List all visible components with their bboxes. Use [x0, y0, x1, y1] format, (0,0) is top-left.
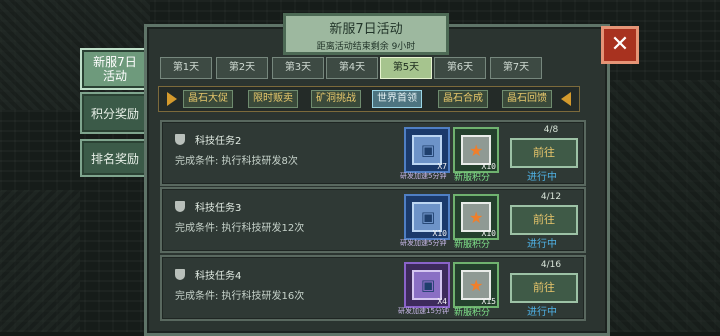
reward-item-research-speedup[interactable]: X4 [404, 262, 450, 308]
background-decoration [0, 190, 80, 332]
reward-item-server-points[interactable]: X10 [453, 194, 499, 240]
panel-header: 新服7日活动 距离活动结束剩余 9小时 [283, 13, 449, 55]
go-button[interactable]: 前往 [510, 138, 578, 168]
points-star-icon [461, 135, 491, 165]
task-status: 进行中 [527, 172, 557, 183]
points-star-icon [461, 202, 491, 232]
chip-icon [412, 202, 442, 232]
task-condition: 完成条件: 执行科技研发12次 [175, 223, 305, 234]
task-name: 科技任务3 [195, 203, 242, 214]
scroll-right-arrow-icon[interactable] [561, 92, 571, 106]
side-tab-rank-reward[interactable]: 排名奖励 [80, 139, 150, 177]
task-status: 进行中 [527, 239, 557, 250]
task-status: 进行中 [527, 307, 557, 318]
chip-icon [412, 135, 442, 165]
reward-item-server-points[interactable]: X10 [453, 127, 499, 173]
background-decoration [610, 80, 720, 332]
task-name: 科技任务2 [195, 136, 242, 147]
category-crystal-synthesis[interactable]: 晶石合成 [438, 90, 488, 108]
tab-day-2[interactable]: 第2天 [216, 57, 268, 79]
tab-day-6[interactable]: 第6天 [434, 57, 486, 79]
category-crystal-sale[interactable]: 晶石大促 [183, 90, 233, 108]
reward-quantity: X7 [437, 162, 447, 171]
scroll-left-arrow-icon[interactable] [167, 92, 177, 106]
reward-label: 研发加速5分钟 [400, 239, 447, 247]
task-progress: 4/12 [540, 192, 562, 202]
task-row: 科技任务4 完成条件: 执行科技研发16次 X4 研发加速15分钟 X15 新服… [160, 255, 586, 321]
reward-item-server-points[interactable]: X15 [453, 262, 499, 308]
tab-day-4[interactable]: 第4天 [326, 57, 378, 79]
reward-label: 新服积分 [454, 240, 491, 250]
reward-item-research-speedup[interactable]: X7 [404, 127, 450, 173]
points-star-icon [461, 270, 491, 300]
side-tab-label: 积分奖励 [90, 106, 139, 121]
tab-day-1[interactable]: 第1天 [160, 57, 212, 79]
side-tab-label: 新服7日活动 [93, 55, 137, 83]
category-world-boss[interactable]: 世界首领 [372, 90, 422, 108]
task-row: 科技任务2 完成条件: 执行科技研发8次 X7 研发加速5分钟 X10 新服积分… [160, 120, 586, 186]
task-condition: 完成条件: 执行科技研发8次 [175, 156, 298, 167]
shield-icon [175, 269, 185, 280]
reward-quantity: X4 [437, 297, 447, 306]
panel-title: 新服7日活动 [329, 22, 403, 37]
close-icon: ✕ [610, 32, 630, 57]
reward-quantity: X10 [432, 229, 447, 238]
day-tabs: 第1天 第2天 第3天 第4天 第5天 第6天 第7天 [160, 57, 580, 79]
reward-item-research-speedup[interactable]: X10 [404, 194, 450, 240]
tab-day-7[interactable]: 第7天 [490, 57, 542, 79]
task-condition: 完成条件: 执行科技研发16次 [175, 291, 305, 302]
category-crystal-return[interactable]: 晶石回馈 [502, 90, 552, 108]
chip-icon [412, 270, 442, 300]
task-name: 科技任务4 [195, 271, 242, 282]
reward-label: 新服积分 [454, 308, 491, 318]
close-button[interactable]: ✕ [601, 26, 639, 64]
go-button[interactable]: 前往 [510, 273, 578, 303]
reward-label: 研发加速5分钟 [400, 172, 447, 180]
go-button[interactable]: 前往 [510, 205, 578, 235]
countdown-text: 距离活动结束剩余 9小时 [316, 42, 416, 52]
category-mine-challenge[interactable]: 矿洞挑战 [311, 90, 361, 108]
side-tab-label: 排名奖励 [90, 151, 139, 166]
category-limited-sale[interactable]: 限时贩卖 [248, 90, 298, 108]
shield-icon [175, 201, 185, 212]
shield-icon [175, 134, 185, 145]
category-bar: 晶石大促 限时贩卖 矿洞挑战 世界首领 晶石合成 晶石回馈 [158, 86, 580, 112]
tab-day-3[interactable]: 第3天 [272, 57, 324, 79]
reward-label: 研发加速15分钟 [398, 307, 449, 315]
side-tab-new-server-event[interactable]: 新服7日活动 [80, 48, 150, 90]
task-row: 科技任务3 完成条件: 执行科技研发12次 X10 研发加速5分钟 X10 新服… [160, 187, 586, 253]
side-tab-points-reward[interactable]: 积分奖励 [80, 92, 150, 134]
tab-day-5[interactable]: 第5天 [380, 57, 432, 79]
task-progress: 4/8 [543, 125, 559, 135]
task-progress: 4/16 [540, 260, 562, 270]
reward-label: 新服积分 [454, 173, 491, 183]
